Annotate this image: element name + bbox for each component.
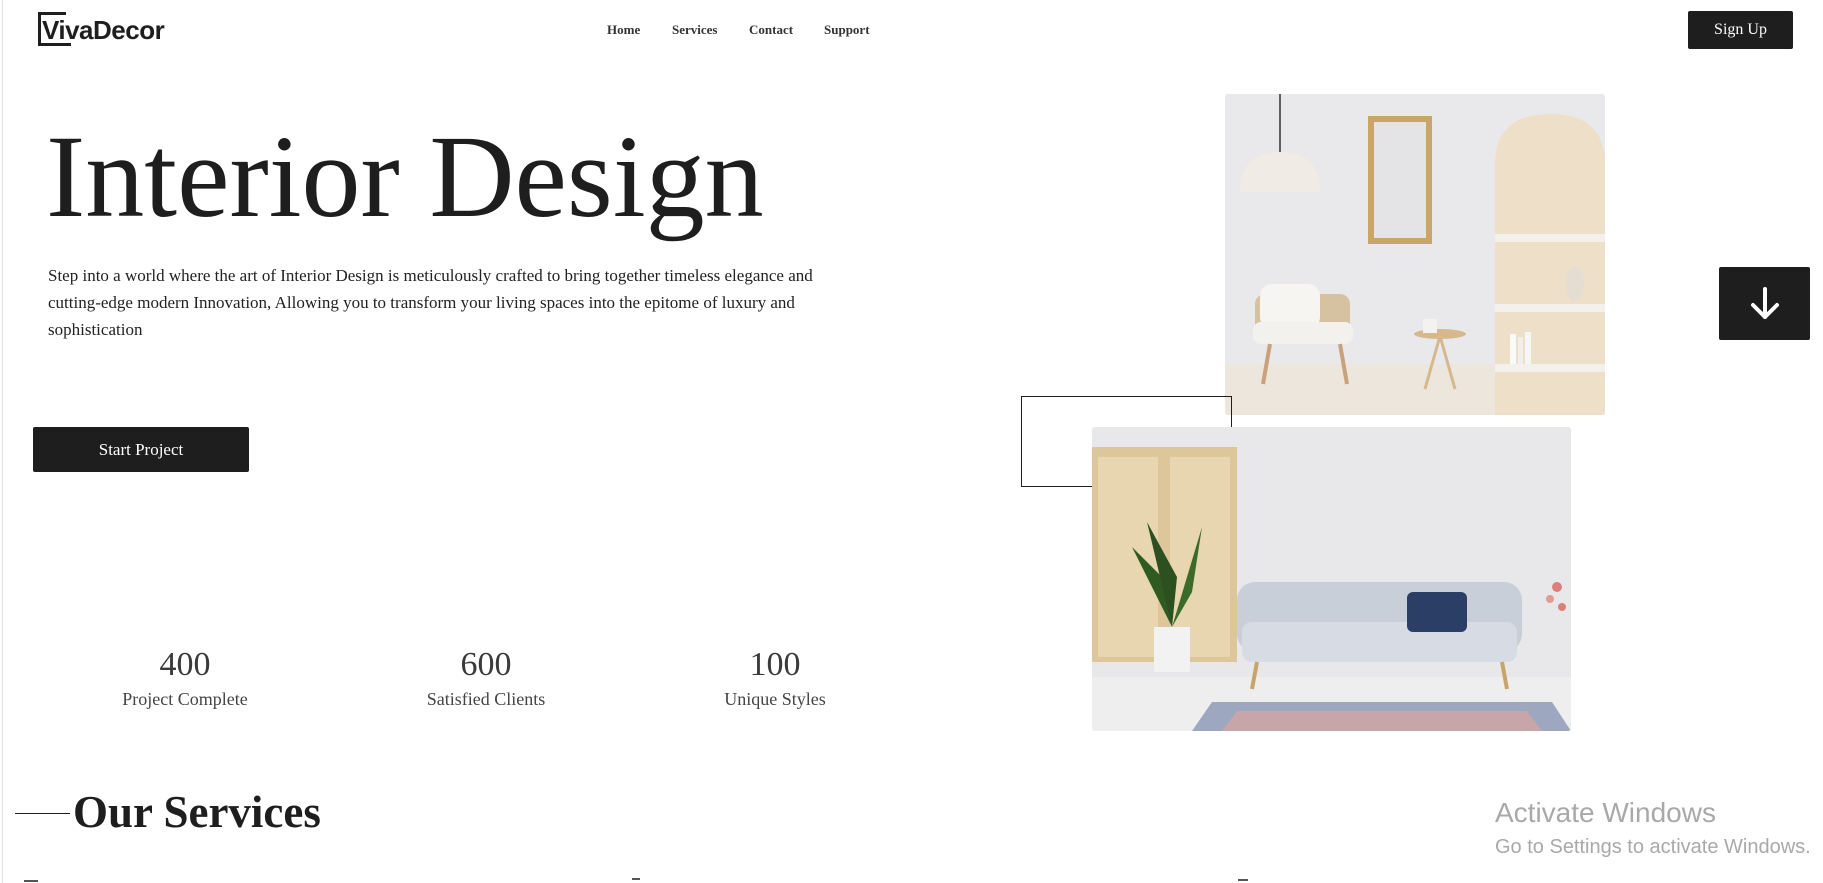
stat-label: Satisfied Clients xyxy=(426,689,546,709)
stat-value: 400 xyxy=(159,646,211,683)
sign-up-button[interactable]: Sign Up xyxy=(1688,11,1793,49)
service-card-peek xyxy=(24,880,38,882)
page-edge-divider xyxy=(2,0,3,883)
stat-projects: 400 Project Complete xyxy=(75,645,295,711)
windows-activation-subtitle: Go to Settings to activate Windows. xyxy=(1495,836,1811,858)
nav-home[interactable]: Home xyxy=(607,18,640,42)
service-card-peek xyxy=(632,878,640,880)
stat-clients: 600 Satisfied Clients xyxy=(376,645,596,711)
armchair-room-illustration xyxy=(1225,94,1605,415)
armchair-room-image xyxy=(1225,94,1605,415)
services-title-rule xyxy=(15,813,70,814)
service-card-peek xyxy=(1238,879,1248,881)
sofa-room-illustration xyxy=(1092,427,1571,731)
start-project-button[interactable]: Start Project xyxy=(33,427,249,472)
scroll-down-button[interactable] xyxy=(1719,267,1810,340)
hero-title: Interior Design xyxy=(46,111,764,242)
stat-label: Unique Styles xyxy=(724,689,826,709)
windows-activation-title: Activate Windows xyxy=(1495,797,1716,828)
logo-text: VivaDecor xyxy=(42,14,165,45)
stat-label: Project Complete xyxy=(122,689,248,709)
sofa-room-image xyxy=(1092,427,1571,731)
stat-value: 600 xyxy=(460,646,512,683)
services-title: Our Services xyxy=(73,787,321,837)
arrow-down-icon xyxy=(1750,286,1779,319)
hero-description: Step into a world where the art of Inter… xyxy=(48,266,813,339)
nav-contact[interactable]: Contact xyxy=(749,18,793,42)
nav-support[interactable]: Support xyxy=(824,18,870,42)
logo[interactable]: VivaDecor xyxy=(38,12,165,48)
stat-styles: 100 Unique Styles xyxy=(665,645,885,711)
stat-value: 100 xyxy=(749,646,801,683)
nav-services[interactable]: Services xyxy=(672,18,717,42)
